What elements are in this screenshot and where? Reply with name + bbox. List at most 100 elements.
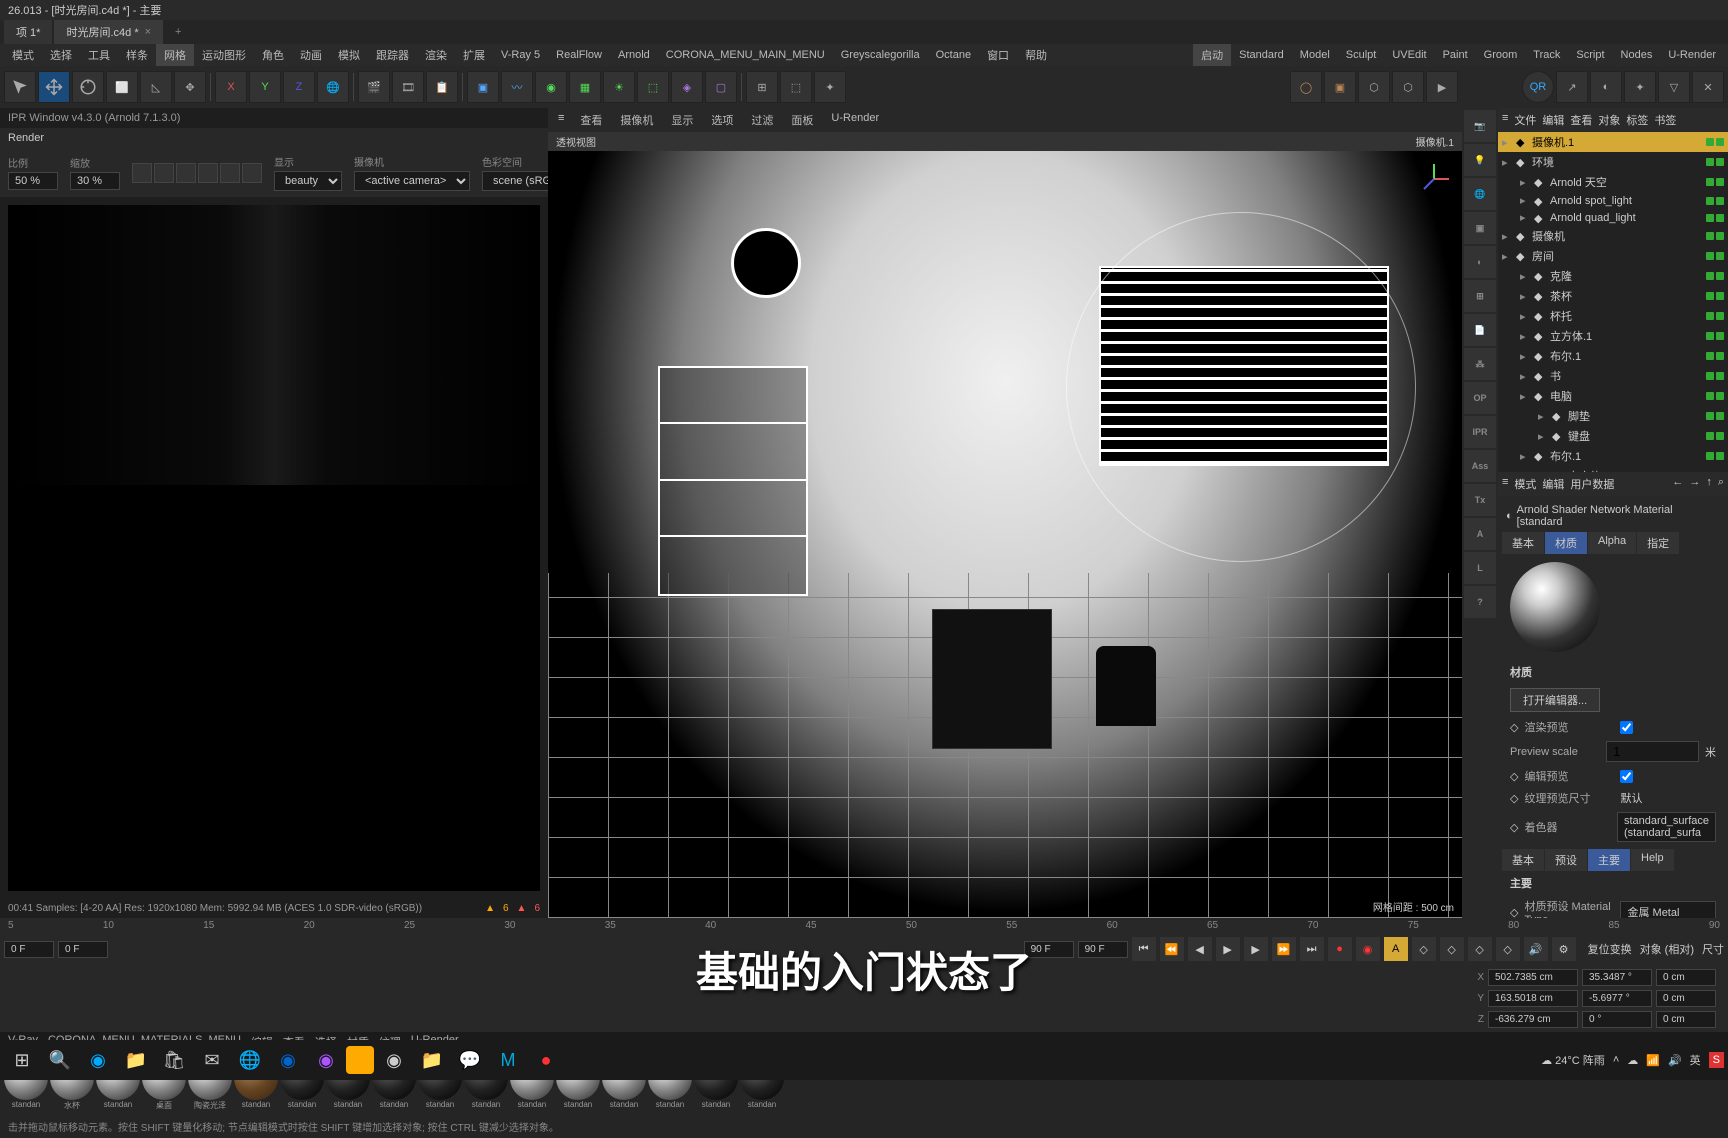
menu-window[interactable]: 窗口 xyxy=(979,44,1017,66)
render-region-button[interactable]: 📋 xyxy=(426,71,458,103)
tree-item[interactable]: ▸◆环境 xyxy=(1498,152,1728,172)
view-mode-4[interactable] xyxy=(198,163,218,183)
edge-icon[interactable]: ◉ xyxy=(80,1042,116,1078)
help-label[interactable]: ? xyxy=(1464,586,1496,618)
spline-primitive[interactable]: 〰 xyxy=(501,71,533,103)
vp-menu-display[interactable]: 显示 xyxy=(663,110,701,130)
volume-tool[interactable]: ▢ xyxy=(705,71,737,103)
layout-track[interactable]: Track xyxy=(1525,46,1568,64)
a-label[interactable]: A xyxy=(1464,518,1496,550)
options-button[interactable]: ⚙ xyxy=(1552,937,1576,961)
expand-icon[interactable]: ◇ xyxy=(1510,721,1518,734)
weather-widget[interactable]: ☁ 24°C 阵雨 xyxy=(1541,1052,1605,1068)
z-size-input[interactable] xyxy=(1656,1011,1716,1028)
time-start-input[interactable] xyxy=(4,941,54,958)
tree-item[interactable]: ▸◆脚垫 xyxy=(1498,406,1728,426)
open-editor-button[interactable]: 打开编辑器... xyxy=(1510,688,1600,712)
object-tree[interactable]: ▸◆摄像机.1▸◆环境▸◆Arnold 天空▸◆Arnold spot_ligh… xyxy=(1498,132,1728,472)
layout-script[interactable]: Script xyxy=(1568,46,1612,64)
start-button[interactable]: ⊞ xyxy=(4,1042,40,1078)
shader-tab-basic[interactable]: 基本 xyxy=(1502,849,1544,871)
grid-tool[interactable]: ⊞ xyxy=(746,71,778,103)
layout-urender[interactable]: U-Render xyxy=(1660,46,1724,64)
layout-groom[interactable]: Groom xyxy=(1476,46,1526,64)
menu-mode[interactable]: 模式 xyxy=(4,44,42,66)
close-panel-icon[interactable]: ✕ xyxy=(1692,71,1724,103)
grid-tool-icon[interactable]: ⊞ xyxy=(1464,280,1496,312)
viewport-3d[interactable]: 网格间距 : 500 cm xyxy=(548,151,1462,918)
menu-sim[interactable]: 模拟 xyxy=(330,44,368,66)
expand-icon[interactable]: ◇ xyxy=(1510,792,1518,805)
hamburger-icon[interactable]: ≡ xyxy=(1502,476,1508,492)
view-mode-6[interactable] xyxy=(242,163,262,183)
shader-tab-help[interactable]: Help xyxy=(1631,849,1674,871)
vp-menu-camera[interactable]: 摄像机 xyxy=(612,110,661,130)
export-icon[interactable]: ↗ xyxy=(1556,71,1588,103)
menu-mograph[interactable]: 运动图形 xyxy=(194,44,254,66)
octane-render-icon[interactable]: ▶ xyxy=(1426,71,1458,103)
tree-item[interactable]: ▸◆杯托 xyxy=(1498,306,1728,326)
triangle-icon[interactable]: ▽ xyxy=(1658,71,1690,103)
deformer-tool[interactable]: ▦ xyxy=(569,71,601,103)
attr-tab-basic[interactable]: 基本 xyxy=(1502,532,1544,554)
hamburger-icon[interactable]: ≡ xyxy=(1502,112,1508,128)
next-key-button[interactable]: ⏩ xyxy=(1272,937,1296,961)
autokey-button[interactable]: ◉ xyxy=(1356,937,1380,961)
rotate-tool[interactable] xyxy=(72,71,104,103)
octane-cube-icon[interactable]: ▣ xyxy=(1324,71,1356,103)
op-label[interactable]: OP xyxy=(1464,382,1496,414)
field-tool[interactable]: ◈ xyxy=(671,71,703,103)
vp-menu-filter[interactable]: 过滤 xyxy=(743,110,781,130)
vp-menu-urender[interactable]: U-Render xyxy=(823,110,887,130)
render-settings-button[interactable]: 🎞 xyxy=(392,71,424,103)
menu-ext[interactable]: 扩展 xyxy=(455,44,493,66)
expand-icon[interactable]: ◇ xyxy=(1510,770,1518,783)
key-button[interactable]: A xyxy=(1384,937,1408,961)
prev-key-button[interactable]: ⏪ xyxy=(1160,937,1184,961)
view-mode-2[interactable] xyxy=(154,163,174,183)
tx-label[interactable]: Tx xyxy=(1464,484,1496,516)
nav-search-icon[interactable]: ⌕ xyxy=(1718,476,1724,492)
menu-help[interactable]: 帮助 xyxy=(1017,44,1055,66)
menu-character[interactable]: 角色 xyxy=(254,44,292,66)
cube-primitive[interactable]: ▣ xyxy=(467,71,499,103)
menu-mesh[interactable]: 网格 xyxy=(156,44,194,66)
cloud-icon[interactable]: ☁ xyxy=(1627,1054,1638,1067)
world-axis-toggle[interactable]: 🌐 xyxy=(317,71,349,103)
prev-frame-button[interactable]: ◀ xyxy=(1188,937,1212,961)
close-icon[interactable]: × xyxy=(145,26,151,38)
menu-arnold[interactable]: Arnold xyxy=(610,46,658,64)
tray-up-icon[interactable]: ˄ xyxy=(1613,1054,1619,1066)
nav-back-icon[interactable]: ← xyxy=(1672,476,1683,492)
tree-item[interactable]: ▸◆书 xyxy=(1498,366,1728,386)
key-scale-button[interactable]: ◇ xyxy=(1440,937,1464,961)
key-pos-button[interactable]: ◇ xyxy=(1412,937,1436,961)
light-tool-icon[interactable]: 💡 xyxy=(1464,144,1496,176)
play-button[interactable]: ▶ xyxy=(1216,937,1240,961)
record-button[interactable]: ● xyxy=(1328,937,1352,961)
l-label[interactable]: L xyxy=(1464,552,1496,584)
tree-item[interactable]: ▸◆Arnold quad_light xyxy=(1498,209,1728,226)
chrome-icon[interactable]: 🌐 xyxy=(232,1042,268,1078)
object-label[interactable]: 对象 (相对) xyxy=(1640,941,1694,957)
view-mode-5[interactable] xyxy=(220,163,240,183)
scale-input[interactable] xyxy=(70,172,120,190)
vp-menu-panel[interactable]: 面板 xyxy=(783,110,821,130)
ass-label[interactable]: Ass xyxy=(1464,450,1496,482)
attr-menu-userdata[interactable]: 用户数据 xyxy=(1570,476,1614,492)
layout-uvedit[interactable]: UVEdit xyxy=(1384,46,1434,64)
tree-item[interactable]: ▸◆键盘 xyxy=(1498,426,1728,446)
vp-menu-options[interactable]: 选项 xyxy=(703,110,741,130)
view-mode-1[interactable] xyxy=(132,163,152,183)
new-tab-button[interactable]: + xyxy=(165,22,191,42)
folder2-icon[interactable]: 📁 xyxy=(414,1042,450,1078)
time-current-input[interactable] xyxy=(58,941,108,958)
layout-start[interactable]: 启动 xyxy=(1193,44,1231,66)
render-view-button[interactable]: 🎬 xyxy=(358,71,390,103)
record-icon[interactable]: ● xyxy=(528,1042,564,1078)
light-tool[interactable]: ✦ xyxy=(814,71,846,103)
wechat-icon[interactable]: 💬 xyxy=(452,1042,488,1078)
y-rot-input[interactable] xyxy=(1582,990,1652,1007)
tree-item[interactable]: ▸◆布尔.1 xyxy=(1498,346,1728,366)
scale-tool[interactable]: ⬜ xyxy=(106,71,138,103)
